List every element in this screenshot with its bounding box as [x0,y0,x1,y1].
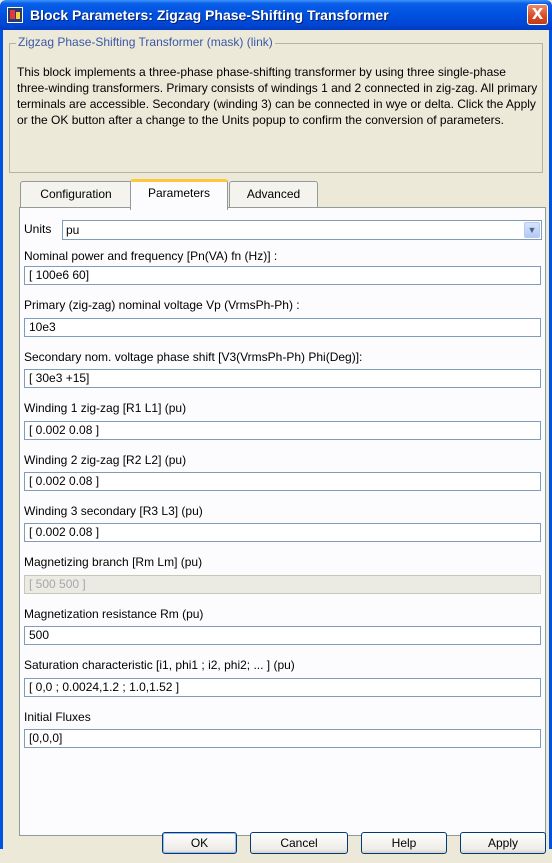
window-frame-left [0,30,3,863]
cancel-button[interactable]: Cancel [250,832,348,854]
window-title: Block Parameters: Zigzag Phase-Shifting … [30,7,389,23]
initial-fluxes-input[interactable]: [0,0,0] [24,729,541,748]
tab-configuration[interactable]: Configuration [20,181,132,207]
apply-button[interactable]: Apply [460,832,546,854]
initial-fluxes-label: Initial Fluxes [24,710,91,724]
units-select[interactable]: pu ▼ [62,220,542,240]
primary-voltage-input[interactable]: 10e3 [24,318,541,337]
chevron-down-icon[interactable]: ▼ [524,222,540,238]
saturation-input[interactable]: [ 0,0 ; 0.0024,1.2 ; 1.0,1.52 ] [24,678,541,697]
title-bar[interactable]: Block Parameters: Zigzag Phase-Shifting … [0,0,552,30]
help-button[interactable]: Help [361,832,447,854]
close-button[interactable]: X [527,4,548,25]
winding3-input[interactable]: [ 0.002 0.08 ] [24,523,541,542]
tab-advanced[interactable]: Advanced [229,181,318,207]
magnetizing-branch-input: [ 500 500 ] [24,575,541,594]
mask-link-legend: Zigzag Phase-Shifting Transformer (mask)… [16,35,275,49]
winding2-input[interactable]: [ 0.002 0.08 ] [24,472,541,491]
winding3-label: Winding 3 secondary [R3 L3] (pu) [24,504,203,518]
secondary-voltage-label: Secondary nom. voltage phase shift [V3(V… [24,350,363,364]
description-group: Zigzag Phase-Shifting Transformer (mask)… [9,35,543,173]
saturation-label: Saturation characteristic [i1, phi1 ; i2… [24,658,295,672]
magnetization-resistance-input[interactable]: 500 [24,626,541,645]
nominal-power-label: Nominal power and frequency [Pn(VA) fn (… [24,249,278,263]
winding1-label: Winding 1 zig-zag [R1 L1] (pu) [24,401,187,415]
winding1-input[interactable]: [ 0.002 0.08 ] [24,421,541,440]
block-description: This block implements a three-phase phas… [17,65,538,127]
nominal-power-input[interactable]: [ 100e6 60] [24,266,541,285]
winding2-label: Winding 2 zig-zag [R2 L2] (pu) [24,453,187,467]
magnetization-resistance-label: Magnetization resistance Rm (pu) [24,607,204,621]
primary-voltage-label: Primary (zig-zag) nominal voltage Vp (Vr… [24,298,300,312]
ok-button[interactable]: OK [162,832,237,854]
magnetizing-branch-label: Magnetizing branch [Rm Lm] (pu) [24,555,203,569]
simulink-block-icon [7,7,23,23]
units-value: pu [66,223,80,237]
units-label: Units [24,222,52,236]
secondary-voltage-input[interactable]: [ 30e3 +15] [24,369,541,388]
tab-parameters[interactable]: Parameters [130,179,228,210]
